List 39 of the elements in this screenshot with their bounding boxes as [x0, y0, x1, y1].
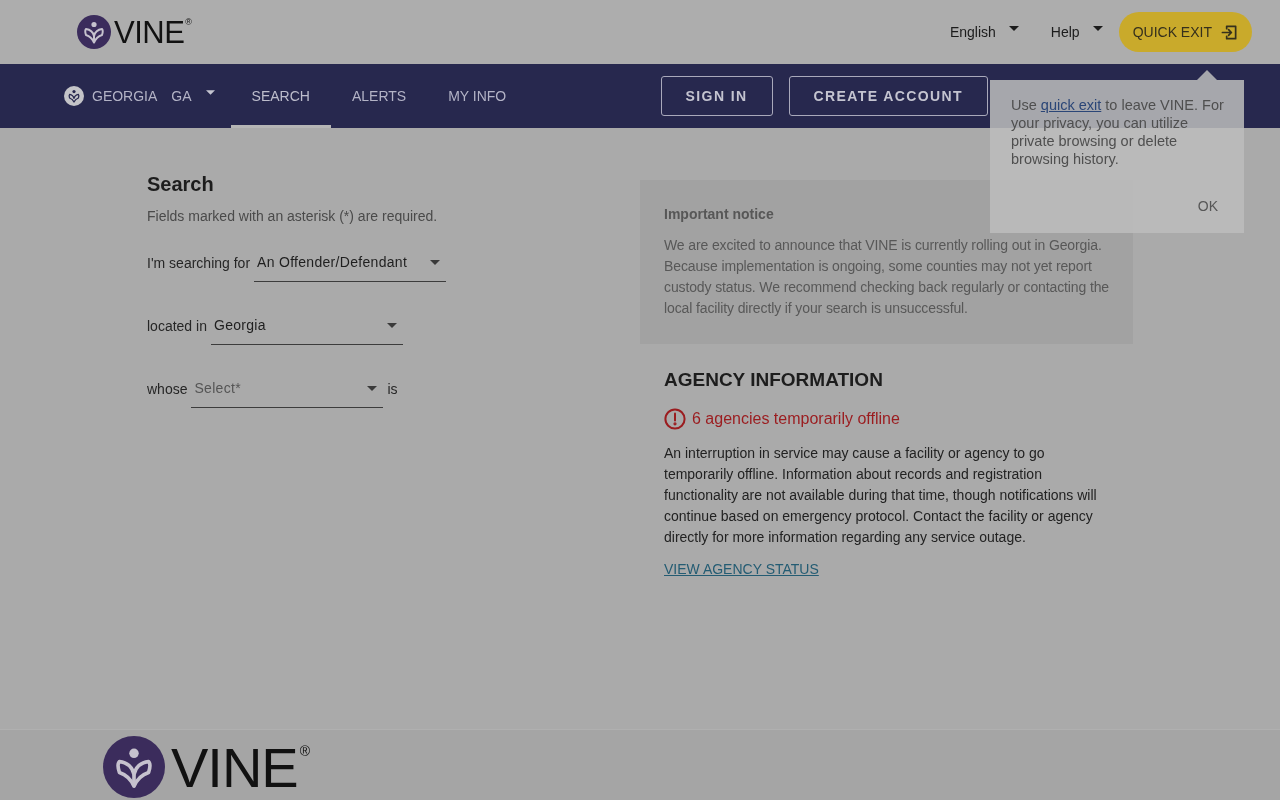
logo-icon [77, 15, 111, 49]
nav-tab[interactable]: SEARCH [230, 64, 331, 128]
select-field[interactable]: An Offender/Defendant [254, 244, 447, 282]
menu-dropdown[interactable]: English [949, 22, 1019, 42]
quick-exit-button[interactable]: QUICK EXIT [1118, 12, 1252, 52]
exit-icon [1221, 23, 1238, 41]
caret-icon [1092, 26, 1103, 31]
caret-icon [386, 323, 397, 328]
caret-icon [1008, 26, 1019, 31]
agency-text: An interruption in service may cause a facility or agency to go temporarily offline. Information about records and registration functionality are not available during that time, though notifications will continue based on emergency protocol. Contact the facility or agency directly for more information regarding any service outage. [664, 444, 1098, 547]
caret-icon [205, 89, 215, 95]
menu-dropdown[interactable]: Help [1050, 22, 1103, 42]
select-field[interactable]: Georgia [210, 307, 403, 345]
logo-text: VINE$^{®}$ [114, 16, 192, 48]
popover-message: Use quick exit to leave VINE. For your privacy, you can utilize private browsing or delete browsing history. [1011, 96, 1225, 168]
logo-icon [103, 736, 165, 798]
sign-in-button[interactable]: SIGN IN [660, 76, 773, 116]
create-account-button[interactable]: CREATE ACCOUNT [788, 76, 988, 116]
quick-exit-link[interactable]: quick exit [1040, 97, 1102, 113]
state-dropdown[interactable]: GA [171, 85, 215, 107]
caret-icon [367, 386, 378, 391]
state-logo-icon [64, 86, 84, 106]
agency-title: AGENCY INFORMATION [664, 368, 884, 392]
caret-icon [430, 260, 441, 265]
field-label: located in [147, 316, 207, 336]
notice-title: Important notice [664, 205, 775, 224]
offline-agencies-text: 6 agencies temporarily offline [692, 409, 900, 429]
nav-tab[interactable]: ALERTS [330, 64, 428, 128]
nav-tab[interactable]: MY INFO [427, 64, 528, 128]
required-hint: Fields marked with an asterisk (*) are required. [147, 207, 439, 226]
alert-icon [664, 408, 686, 430]
ok-button[interactable]: OK [1187, 190, 1228, 223]
footer-logo-text: VINE$^{®}$ [171, 740, 310, 796]
search-title: Search [147, 172, 215, 197]
field-label: whose [147, 379, 188, 399]
field-label: I'm searching for [147, 253, 251, 273]
notice-text: We are excited to announce that VINE is currently rolling out in Georgia. Because implementation is ongoing, some counties may not yet report custody status. We recommend checking back regularly or contacting the local facility directly if your search is unsuccessful. [664, 236, 1109, 318]
state-name: GEORGIA [92, 86, 158, 106]
field-suffix: is [387, 379, 398, 399]
